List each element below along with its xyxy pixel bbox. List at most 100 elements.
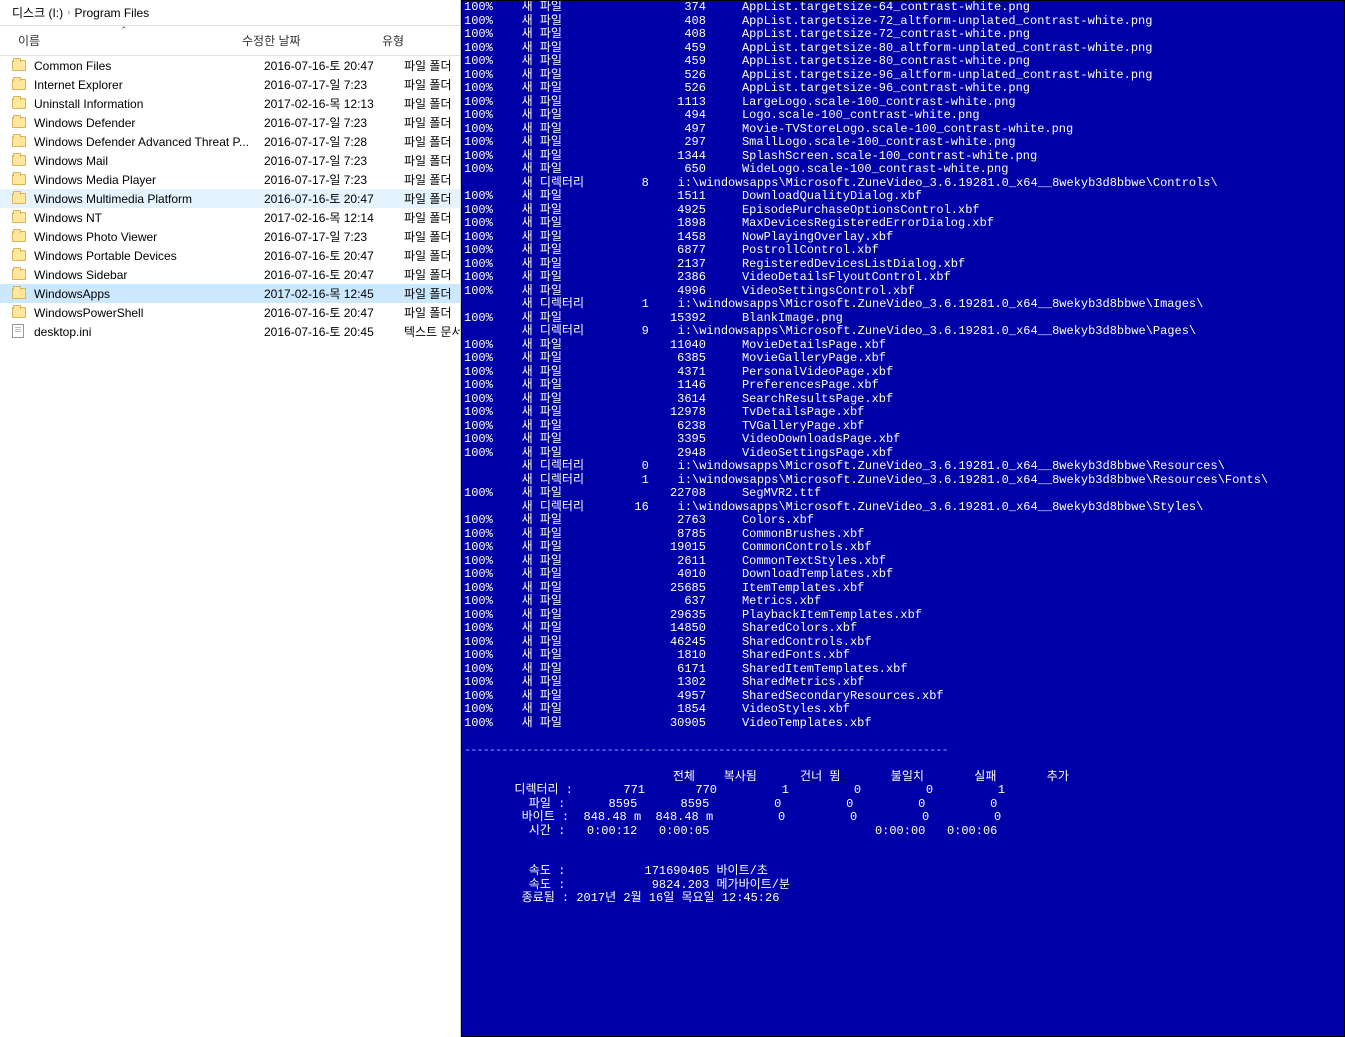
file-row[interactable]: Uninstall Information2017-02-16-목 12:13파… [0,94,460,113]
terminal-file-line: 100% 새 파일 6385 MovieGalleryPage.xbf [464,352,1342,366]
file-name: Common Files [34,59,264,73]
file-list[interactable]: Common Files2016-07-16-토 20:47파일 폴더Inter… [0,56,460,1037]
folder-icon [12,286,28,302]
terminal-file-line: 100% 새 파일 6238 TVGalleryPage.xbf [464,420,1342,434]
file-row[interactable]: Internet Explorer2016-07-17-일 7:23파일 폴더 [0,75,460,94]
file-name: desktop.ini [34,325,264,339]
breadcrumb[interactable]: 디스크 (I:) › Program Files [0,0,460,26]
terminal-file-line: 100% 새 파일 637 Metrics.xbf [464,595,1342,609]
file-date: 2016-07-17-일 7:23 [264,171,404,188]
file-row[interactable]: desktop.ini2016-07-16-토 20:45텍스트 문서 [0,322,460,341]
file-row[interactable]: Windows NT2017-02-16-목 12:14파일 폴더 [0,208,460,227]
file-name: Windows Multimedia Platform [34,192,264,206]
file-type: 파일 폴더 [404,57,460,74]
folder-icon [12,191,28,207]
file-name: WindowsApps [34,287,264,301]
file-date: 2016-07-17-일 7:28 [264,133,404,150]
terminal-file-line: 100% 새 파일 650 WideLogo.scale-100_contras… [464,163,1342,177]
folder-icon [12,172,28,188]
file-date: 2016-07-17-일 7:23 [264,76,404,93]
file-date: 2016-07-16-토 20:45 [264,323,404,340]
file-name: Windows Media Player [34,173,264,187]
summary-end: 종료됨 : 2017년 2월 16일 목요일 12:45:26 [464,892,1342,906]
terminal-file-line: 100% 새 파일 2137 RegisteredDevicesListDial… [464,258,1342,272]
terminal-blank [464,838,1342,852]
summary-dirs: 디렉터리 : 771 770 1 0 0 1 [464,784,1342,798]
file-type: 파일 폴더 [404,114,460,131]
terminal-blank [464,852,1342,866]
file-icon [12,324,28,340]
file-row[interactable]: WindowsApps2017-02-16-목 12:45파일 폴더 [0,284,460,303]
file-date: 2016-07-17-일 7:23 [264,228,404,245]
terminal-file-line: 100% 새 파일 1511 DownloadQualityDialog.xbf [464,190,1342,204]
terminal-file-line: 100% 새 파일 4925 EpisodePurchaseOptionsCon… [464,204,1342,218]
terminal-file-line: 100% 새 파일 11040 MovieDetailsPage.xbf [464,339,1342,353]
file-date: 2016-07-16-토 20:47 [264,247,404,264]
file-date: 2016-07-16-토 20:47 [264,190,404,207]
chevron-right-icon: › [67,7,70,18]
file-row[interactable]: Common Files2016-07-16-토 20:47파일 폴더 [0,56,460,75]
summary-speed-mb: 속도 : 9824.203 메가바이트/분 [464,879,1342,893]
terminal-file-line: 100% 새 파일 1898 MaxDevicesRegisteredError… [464,217,1342,231]
terminal-file-line: 100% 새 파일 408 AppList.targetsize-72_altf… [464,15,1342,29]
column-headers: ⌃ 이름 수정한 날짜 유형 [0,26,460,56]
terminal-file-line: 100% 새 파일 3395 VideoDownloadsPage.xbf [464,433,1342,447]
file-name: Windows Sidebar [34,268,264,282]
header-date[interactable]: 수정한 날짜 [242,32,382,49]
file-date: 2016-07-16-토 20:47 [264,57,404,74]
terminal-file-line: 100% 새 파일 25685 ItemTemplates.xbf [464,582,1342,596]
file-name: Windows Mail [34,154,264,168]
file-type: 파일 폴더 [404,76,460,93]
file-date: 2016-07-17-일 7:23 [264,152,404,169]
file-type: 파일 폴더 [404,228,460,245]
terminal-file-line: 100% 새 파일 4996 VideoSettingsControl.xbf [464,285,1342,299]
terminal-file-line: 100% 새 파일 3614 SearchResultsPage.xbf [464,393,1342,407]
folder-icon [12,248,28,264]
terminal-file-line: 100% 새 파일 6171 SharedItemTemplates.xbf [464,663,1342,677]
breadcrumb-folder[interactable]: Program Files [74,6,149,20]
folder-icon [12,115,28,131]
file-explorer-pane: 디스크 (I:) › Program Files ⌃ 이름 수정한 날짜 유형 … [0,0,461,1037]
header-type[interactable]: 유형 [382,32,452,49]
terminal-file-line: 100% 새 파일 19015 CommonControls.xbf [464,541,1342,555]
file-row[interactable]: Windows Sidebar2016-07-16-토 20:47파일 폴더 [0,265,460,284]
file-row[interactable]: Windows Defender Advanced Threat P...201… [0,132,460,151]
file-type: 파일 폴더 [404,152,460,169]
terminal-file-line: 100% 새 파일 408 AppList.targetsize-72_cont… [464,28,1342,42]
file-row[interactable]: Windows Defender2016-07-17-일 7:23파일 폴더 [0,113,460,132]
summary-header: 전체 복사됨 건너 뜀 불일치 실패 추가 [464,771,1342,785]
terminal-file-line: 100% 새 파일 30905 VideoTemplates.xbf [464,717,1342,731]
file-date: 2017-02-16-목 12:13 [264,95,404,112]
folder-icon [12,58,28,74]
terminal-file-line: 100% 새 파일 1854 VideoStyles.xbf [464,703,1342,717]
terminal-dir-line: 새 디렉터리 1 i:\windowsapps\Microsoft.ZuneVi… [464,298,1342,312]
summary-bytes: 바이트 : 848.48 m 848.48 m 0 0 0 0 [464,811,1342,825]
terminal-file-line: 100% 새 파일 12978 TvDetailsPage.xbf [464,406,1342,420]
file-name: Uninstall Information [34,97,264,111]
terminal-file-line: 100% 새 파일 1113 LargeLogo.scale-100_contr… [464,96,1342,110]
terminal-file-line: 100% 새 파일 297 SmallLogo.scale-100_contra… [464,136,1342,150]
file-row[interactable]: WindowsPowerShell2016-07-16-토 20:47파일 폴더 [0,303,460,322]
terminal-file-line: 100% 새 파일 526 AppList.targetsize-96_altf… [464,69,1342,83]
breadcrumb-root[interactable]: 디스크 (I:) [12,4,63,21]
terminal-file-line: 100% 새 파일 15392 BlankImage.png [464,312,1342,326]
file-type: 파일 폴더 [404,209,460,226]
file-type: 파일 폴더 [404,304,460,321]
folder-icon [12,134,28,150]
file-type: 파일 폴더 [404,247,460,264]
summary-speed-bytes: 속도 : 171690405 바이트/초 [464,865,1342,879]
file-row[interactable]: Windows Portable Devices2016-07-16-토 20:… [0,246,460,265]
file-name: Windows Photo Viewer [34,230,264,244]
terminal-file-line: 100% 새 파일 2948 VideoSettingsPage.xbf [464,447,1342,461]
file-row[interactable]: Windows Mail2016-07-17-일 7:23파일 폴더 [0,151,460,170]
terminal-separator: ----------------------------------------… [464,744,1342,758]
file-name: Internet Explorer [34,78,264,92]
terminal-file-line: 100% 새 파일 1146 PreferencesPage.xbf [464,379,1342,393]
terminal-file-line: 100% 새 파일 526 AppList.targetsize-96_cont… [464,82,1342,96]
terminal-file-line: 100% 새 파일 2386 VideoDetailsFlyoutControl… [464,271,1342,285]
file-row[interactable]: Windows Photo Viewer2016-07-17-일 7:23파일 … [0,227,460,246]
file-row[interactable]: Windows Multimedia Platform2016-07-16-토 … [0,189,460,208]
summary-time: 시간 : 0:00:12 0:00:05 0:00:00 0:00:06 [464,825,1342,839]
file-row[interactable]: Windows Media Player2016-07-17-일 7:23파일 … [0,170,460,189]
terminal-dir-line: 새 디렉터리 0 i:\windowsapps\Microsoft.ZuneVi… [464,460,1342,474]
